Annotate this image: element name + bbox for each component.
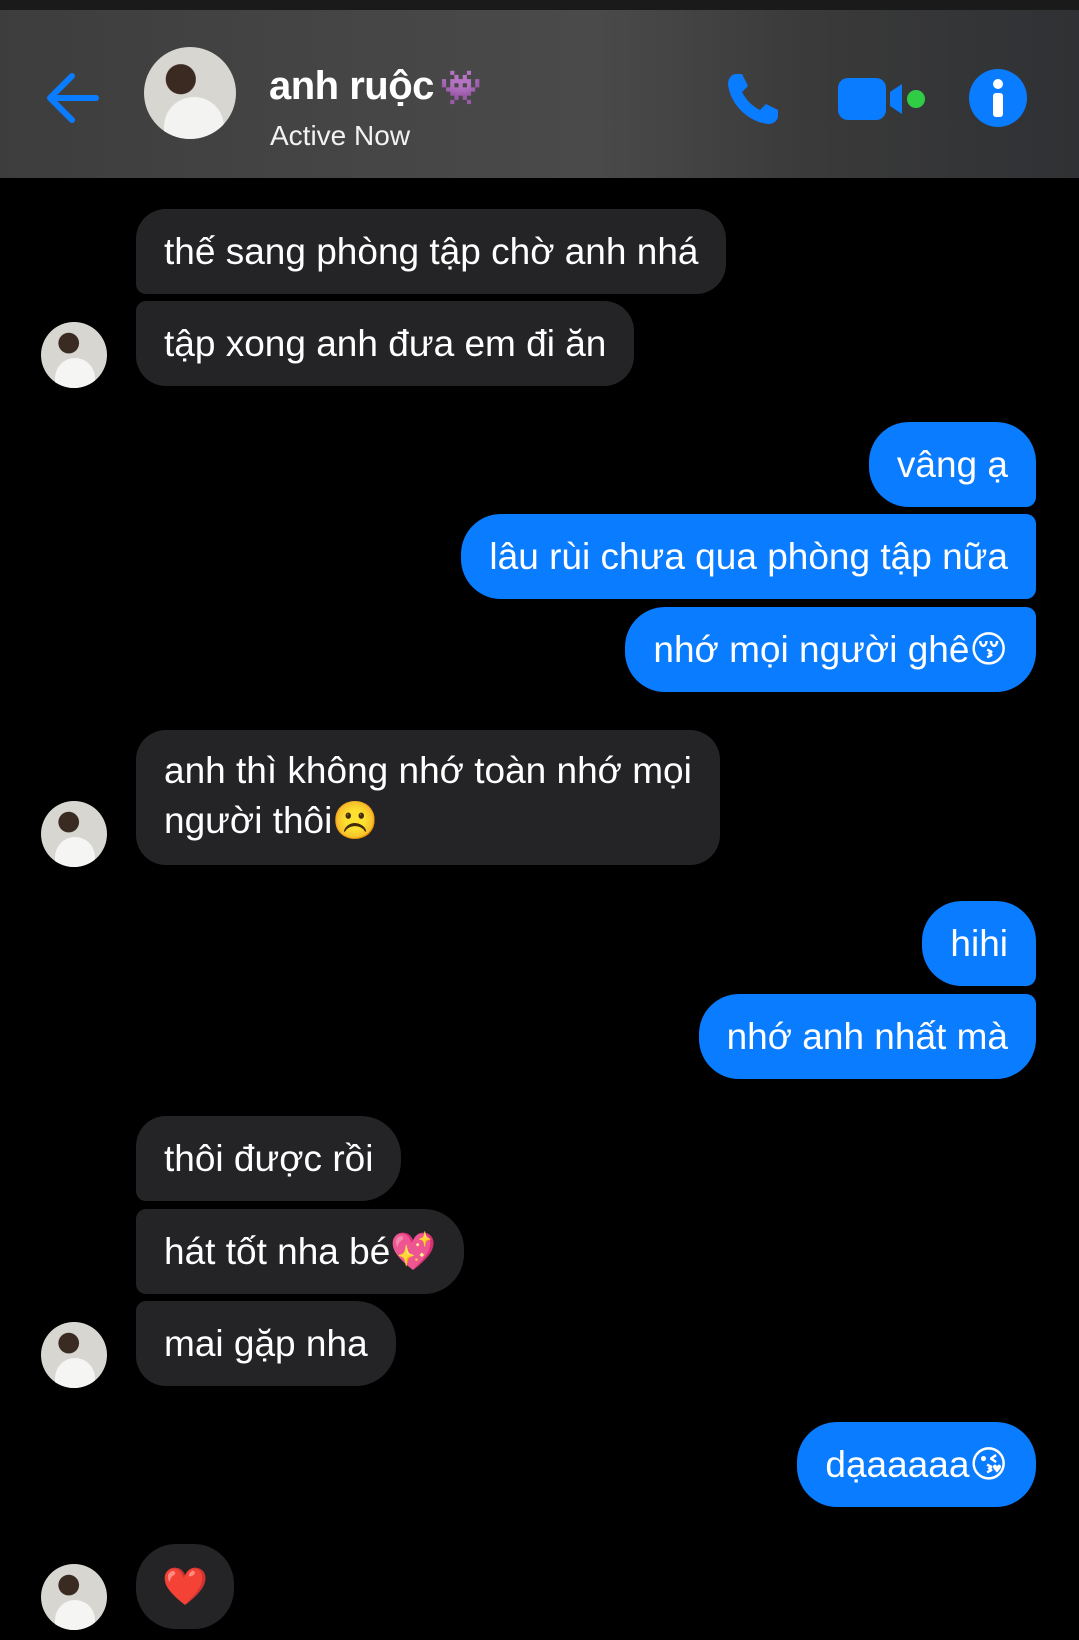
- received-message[interactable]: mai gặp nha: [136, 1301, 396, 1386]
- info-button[interactable]: [968, 68, 1028, 128]
- contact-avatar-small[interactable]: [41, 1322, 107, 1388]
- back-button[interactable]: [40, 64, 108, 132]
- contact-avatar-small[interactable]: [41, 322, 107, 388]
- sent-message[interactable]: nhớ mọi người ghê😚: [625, 607, 1036, 692]
- alien-emoji: 👾: [439, 69, 482, 107]
- phone-icon: [728, 74, 778, 124]
- sent-message[interactable]: vâng ạ: [868, 422, 1036, 507]
- sent-message[interactable]: dạaaaaa😘: [797, 1422, 1036, 1507]
- heart-message[interactable]: ❤️: [136, 1544, 235, 1629]
- call-button[interactable]: [722, 68, 784, 130]
- back-arrow-icon: [47, 73, 99, 123]
- received-message[interactable]: thôi được rồi: [136, 1116, 402, 1201]
- contact-avatar[interactable]: [144, 47, 236, 139]
- status-bar: [0, 0, 1079, 10]
- active-status: Active Now: [270, 120, 411, 151]
- contact-avatar-small[interactable]: [41, 801, 107, 867]
- contact-name[interactable]: anh ruộc 👾: [269, 64, 482, 109]
- video-call-button[interactable]: [836, 74, 928, 124]
- sent-message[interactable]: nhớ anh nhất mà: [698, 994, 1036, 1079]
- contact-avatar-small[interactable]: [41, 1564, 107, 1630]
- received-message[interactable]: hát tốt nha bé💖: [136, 1209, 465, 1294]
- sent-message[interactable]: hihi: [922, 901, 1036, 986]
- received-message[interactable]: anh thì không nhớ toàn nhớ mọi người thô…: [136, 730, 720, 865]
- video-camera-icon: [838, 78, 925, 120]
- message-line: người thôi☹️: [164, 800, 379, 841]
- chat-header: anh ruộc 👾 Active Now: [0, 10, 1079, 178]
- received-message[interactable]: tập xong anh đưa em đi ăn: [136, 301, 635, 386]
- message-line: anh thì không nhớ toàn nhớ mọi: [164, 750, 692, 791]
- received-message[interactable]: thế sang phòng tập chờ anh nhá: [136, 209, 727, 294]
- info-icon: [969, 69, 1027, 127]
- sent-message[interactable]: lâu rùi chưa qua phòng tập nữa: [461, 514, 1036, 599]
